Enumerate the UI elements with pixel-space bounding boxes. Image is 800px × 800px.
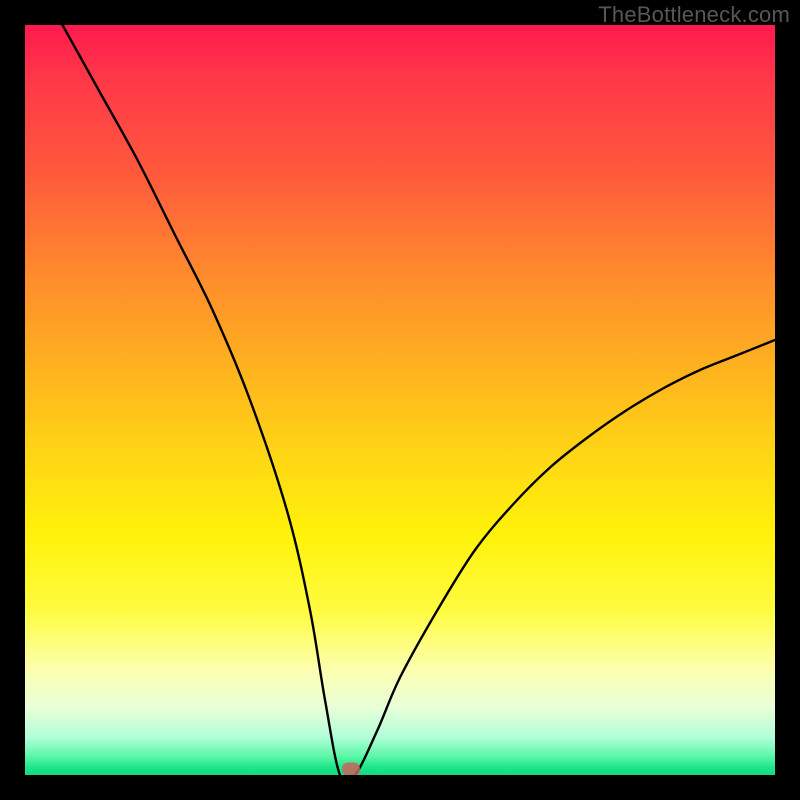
watermark-text: TheBottleneck.com [598,2,790,28]
minimum-marker [342,763,360,776]
bottleneck-curve [25,25,775,775]
chart-frame: TheBottleneck.com [0,0,800,800]
plot-area [25,25,775,775]
